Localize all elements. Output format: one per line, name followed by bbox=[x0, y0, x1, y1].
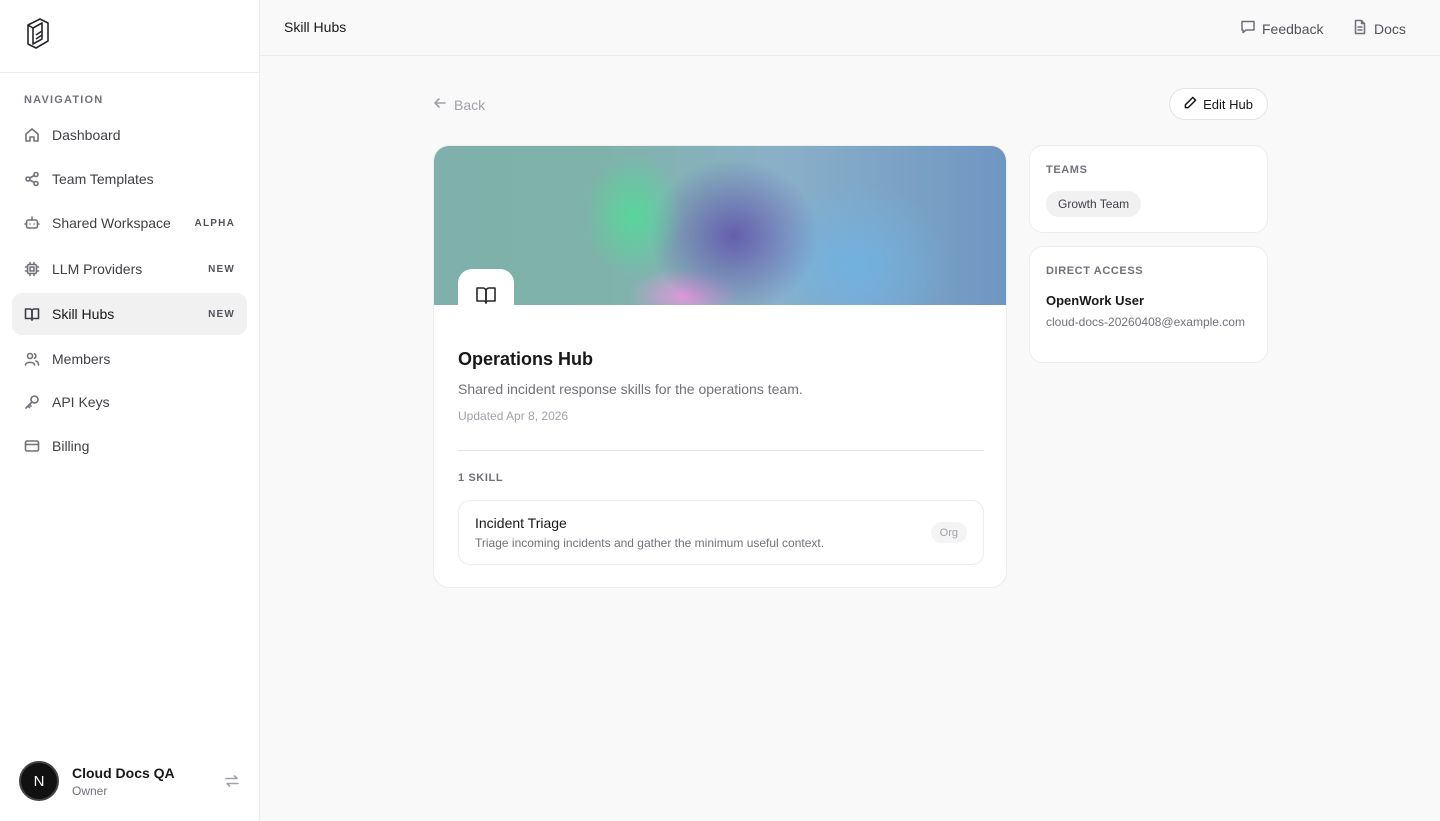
sidebar: NAVIGATION Dashboard Team Templates Shar… bbox=[0, 0, 260, 821]
key-icon bbox=[24, 394, 40, 410]
nav-heading: NAVIGATION bbox=[24, 94, 104, 106]
sidebar-item-llm-providers[interactable]: LLM Providers NEW bbox=[12, 248, 247, 290]
sidebar-item-api-keys[interactable]: API Keys bbox=[12, 381, 247, 423]
sidebar-item-label: Skill Hubs bbox=[52, 306, 115, 322]
sidebar-item-label: LLM Providers bbox=[52, 261, 143, 277]
message-square-icon bbox=[1240, 19, 1262, 38]
app-logo-icon[interactable] bbox=[22, 17, 52, 56]
direct-access-heading: DIRECT ACCESS bbox=[1046, 265, 1144, 277]
access-user-email: cloud-docs-20260408@example.com bbox=[1046, 315, 1245, 329]
book-open-icon bbox=[475, 284, 497, 311]
credit-card-icon bbox=[24, 438, 40, 454]
sidebar-item-members[interactable]: Members bbox=[12, 338, 247, 380]
skill-name: Incident Triage bbox=[475, 515, 567, 531]
sidebar-item-shared-workspace[interactable]: Shared Workspace ALPHA bbox=[12, 202, 247, 244]
users-icon bbox=[24, 351, 40, 367]
skill-scope-badge: Org bbox=[930, 522, 967, 543]
topbar: Skill Hubs Feedback Docs bbox=[260, 0, 1440, 56]
sidebar-item-label: Members bbox=[52, 351, 111, 367]
pencil-icon bbox=[1184, 96, 1203, 112]
sidebar-item-label: Shared Workspace bbox=[52, 215, 171, 231]
teams-heading: TEAMS bbox=[1046, 164, 1088, 176]
robot-icon bbox=[24, 215, 40, 231]
docs-label: Docs bbox=[1374, 20, 1406, 37]
sidebar-item-label: API Keys bbox=[52, 394, 110, 410]
hub-updated-date: Updated Apr 8, 2026 bbox=[458, 409, 569, 423]
skill-description: Triage incoming incidents and gather the… bbox=[475, 536, 825, 550]
avatar: N bbox=[19, 761, 59, 801]
sidebar-item-label: Dashboard bbox=[52, 127, 121, 143]
teams-card: TEAMS Growth Team bbox=[1029, 145, 1268, 233]
home-icon bbox=[24, 127, 40, 143]
hub-icon-box bbox=[458, 269, 514, 325]
file-text-icon bbox=[1352, 19, 1374, 38]
alpha-badge: ALPHA bbox=[194, 217, 235, 229]
back-label: Back bbox=[454, 96, 486, 113]
user-name: Cloud Docs QA bbox=[72, 764, 175, 781]
switch-arrows-icon[interactable] bbox=[224, 773, 240, 789]
hub-title: Operations Hub bbox=[458, 349, 594, 369]
divider bbox=[458, 450, 984, 451]
skills-count-heading: 1 SKILL bbox=[458, 472, 504, 484]
feedback-link[interactable]: Feedback bbox=[1240, 19, 1323, 38]
share-icon bbox=[24, 171, 40, 187]
sidebar-item-dashboard[interactable]: Dashboard bbox=[12, 114, 247, 156]
sidebar-item-billing[interactable]: Billing bbox=[12, 425, 247, 467]
sidebar-item-team-templates[interactable]: Team Templates bbox=[12, 158, 247, 200]
user-account-switcher[interactable]: N Cloud Docs QA Owner bbox=[19, 760, 244, 802]
sidebar-item-label: Billing bbox=[52, 438, 90, 454]
user-role: Owner bbox=[72, 783, 108, 798]
hub-description: Shared incident response skills for the … bbox=[458, 381, 803, 397]
new-badge: NEW bbox=[208, 263, 235, 275]
back-link[interactable]: Back bbox=[433, 96, 485, 113]
new-badge: NEW bbox=[208, 308, 235, 320]
direct-access-card: DIRECT ACCESS OpenWork User cloud-docs-2… bbox=[1029, 246, 1268, 363]
edit-hub-button[interactable]: Edit Hub bbox=[1169, 88, 1268, 120]
sidebar-item-label: Team Templates bbox=[52, 171, 154, 187]
hub-card: Operations Hub Shared incident response … bbox=[433, 145, 1007, 588]
edit-hub-label: Edit Hub bbox=[1203, 96, 1253, 112]
cpu-icon bbox=[24, 261, 40, 277]
feedback-label: Feedback bbox=[1262, 20, 1324, 37]
hub-banner-image bbox=[434, 146, 1006, 305]
skill-row[interactable]: Incident Triage Triage incoming incident… bbox=[458, 500, 984, 565]
sidebar-item-skill-hubs[interactable]: Skill Hubs NEW bbox=[12, 293, 247, 335]
docs-link[interactable]: Docs bbox=[1352, 19, 1406, 38]
arrow-left-icon bbox=[433, 96, 454, 113]
team-chip[interactable]: Growth Team bbox=[1046, 191, 1142, 217]
logo-area bbox=[0, 0, 259, 73]
access-user-name: OpenWork User bbox=[1046, 293, 1145, 308]
page-title: Skill Hubs bbox=[284, 19, 347, 35]
book-icon bbox=[24, 306, 40, 322]
